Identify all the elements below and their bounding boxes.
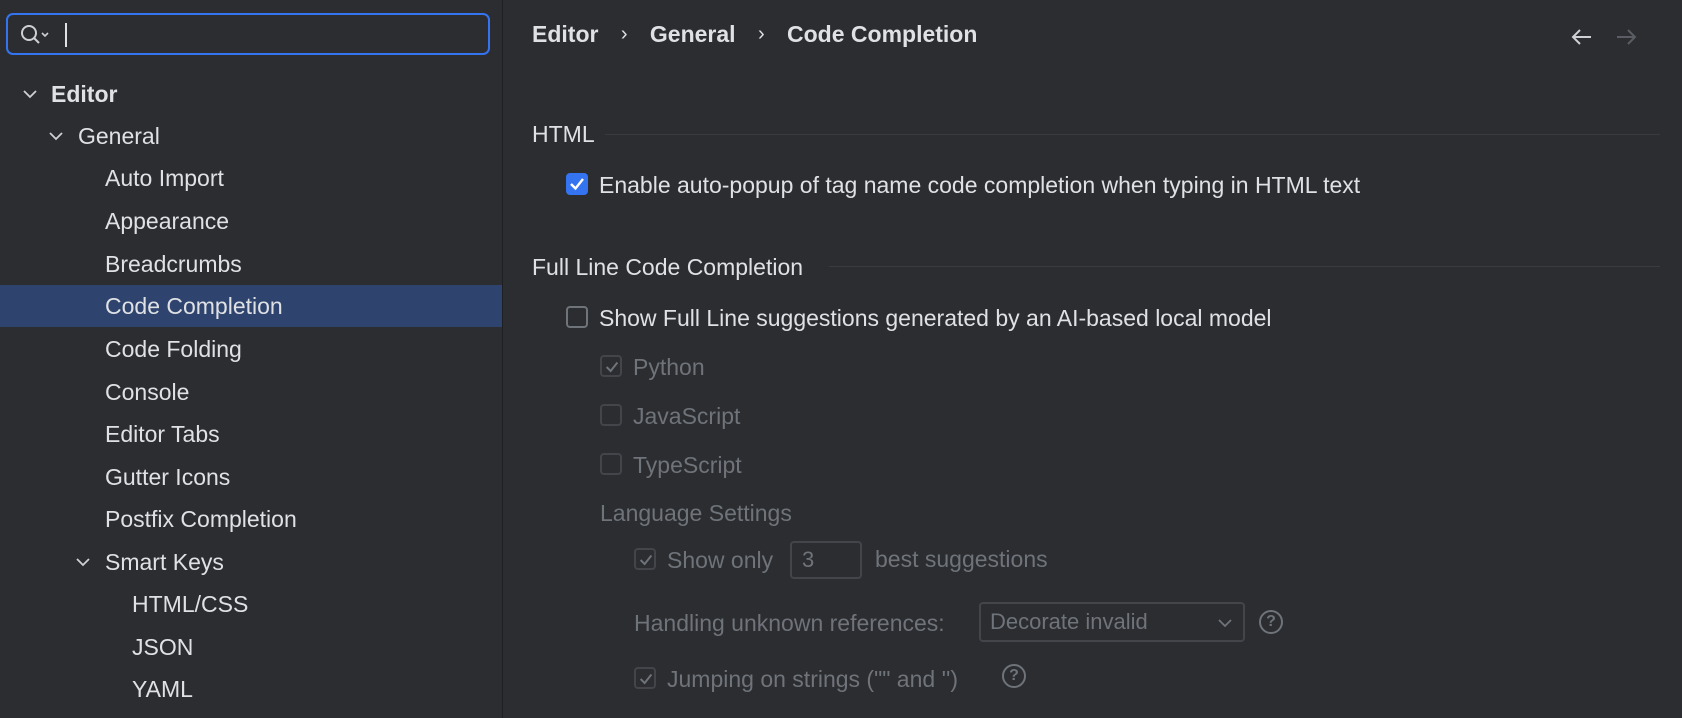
show-full-line-checkbox[interactable] xyxy=(566,306,588,328)
tree-item-label: Auto Import xyxy=(105,165,224,191)
tree-item-html-css[interactable]: HTML/CSS xyxy=(0,583,502,625)
breadcrumb-general[interactable]: General xyxy=(650,21,736,48)
tree-item-yaml[interactable]: YAML xyxy=(0,668,502,710)
section-title-full-line: Full Line Code Completion xyxy=(532,254,804,280)
tree-item-label: Editor xyxy=(51,81,118,107)
help-icon[interactable]: ? xyxy=(1259,610,1283,634)
tree-item-appearance[interactable]: Appearance xyxy=(0,200,502,242)
javascript-checkbox[interactable] xyxy=(600,404,622,426)
tree-item-label: Breadcrumbs xyxy=(105,251,242,277)
tree-item-json[interactable]: JSON xyxy=(0,626,502,668)
javascript-label: JavaScript xyxy=(633,403,741,429)
section-title-html: HTML xyxy=(532,121,595,147)
checkmark-icon xyxy=(639,673,653,685)
tree-item-auto-import[interactable]: Auto Import xyxy=(0,157,502,199)
chevron-down-icon[interactable] xyxy=(48,128,64,144)
forward-arrow-icon[interactable] xyxy=(1613,24,1639,50)
back-arrow-icon[interactable] xyxy=(1569,24,1595,50)
breadcrumb-separator: › xyxy=(757,23,765,46)
python-checkbox[interactable] xyxy=(600,355,622,377)
jumping-strings-checkbox[interactable] xyxy=(634,667,656,689)
handling-unknown-dropdown[interactable]: Decorate invalid xyxy=(979,602,1245,642)
tree-item-general[interactable]: General xyxy=(0,115,502,157)
tree-item-label: JSON xyxy=(132,634,194,660)
breadcrumb-code-completion: Code Completion xyxy=(787,21,978,48)
suggestion-count-field[interactable]: 3 xyxy=(790,541,862,579)
tree-item-label: Code Folding xyxy=(105,336,242,362)
html-autopopup-checkbox[interactable] xyxy=(566,173,588,195)
tree-item-breadcrumbs[interactable]: Breadcrumbs xyxy=(0,243,502,285)
checkmark-icon xyxy=(570,178,584,191)
tree-item-label: Editor Tabs xyxy=(105,421,220,447)
tree-item-label: Console xyxy=(105,379,190,405)
breadcrumb-editor[interactable]: Editor xyxy=(532,21,598,48)
search-input[interactable] xyxy=(58,19,482,51)
tree-item-smart-keys[interactable]: Smart Keys xyxy=(0,541,502,583)
language-settings-label: Language Settings xyxy=(600,500,792,526)
breadcrumb: Editor › General › Code Completion xyxy=(532,20,977,54)
checkmark-icon xyxy=(605,361,619,373)
best-suggestions-label: best suggestions xyxy=(875,546,1048,572)
help-icon[interactable]: ? xyxy=(1002,664,1026,688)
breadcrumb-separator: › xyxy=(620,23,628,46)
show-only-checkbox[interactable] xyxy=(634,548,656,570)
tree-item-editor-tabs[interactable]: Editor Tabs xyxy=(0,413,502,455)
jumping-strings-label: Jumping on strings ("" and '') xyxy=(667,666,959,692)
python-label: Python xyxy=(633,354,705,380)
tree-item-label: Smart Keys xyxy=(105,549,224,575)
typescript-label: TypeScript xyxy=(633,452,742,478)
handling-unknown-label: Handling unknown references: xyxy=(634,610,945,636)
search-field[interactable] xyxy=(6,13,490,55)
html-autopopup-label: Enable auto-popup of tag name code compl… xyxy=(599,172,1361,198)
tree-item-label: YAML xyxy=(132,676,193,702)
show-full-line-label: Show Full Line suggestions generated by … xyxy=(599,305,1272,331)
dropdown-value: Decorate invalid xyxy=(990,609,1148,634)
tree-item-gutter-icons[interactable]: Gutter Icons xyxy=(0,456,502,498)
tree-item-label: Appearance xyxy=(105,208,230,234)
tree-item-label: HTML/CSS xyxy=(132,591,249,617)
settings-sidebar: Editor General Auto Import Appearance Br… xyxy=(0,0,503,718)
tree-item-postfix-completion[interactable]: Postfix Completion xyxy=(0,498,502,540)
section-divider xyxy=(829,266,1660,267)
typescript-checkbox[interactable] xyxy=(600,453,622,475)
chevron-down-icon[interactable] xyxy=(75,554,91,570)
settings-main-panel: Editor › General › Code Completion HTML … xyxy=(503,0,1682,718)
tree-item-label: General xyxy=(78,123,160,149)
chevron-down-icon[interactable] xyxy=(22,86,38,102)
tree-item-console[interactable]: Console xyxy=(0,371,502,413)
section-divider xyxy=(605,134,1660,135)
checkmark-icon xyxy=(639,554,653,566)
tree-item-code-completion[interactable]: Code Completion xyxy=(0,285,502,327)
tree-item-label: Postfix Completion xyxy=(105,506,297,532)
tree-item-code-folding[interactable]: Code Folding xyxy=(0,328,502,370)
tree-item-label: Code Completion xyxy=(105,293,283,319)
tree-item-label: Gutter Icons xyxy=(105,464,231,490)
search-icon xyxy=(21,25,49,44)
text-cursor xyxy=(65,23,67,47)
tree-item-editor[interactable]: Editor xyxy=(0,73,502,115)
chevron-down-icon xyxy=(1218,619,1232,628)
show-only-label: Show only xyxy=(667,547,774,573)
